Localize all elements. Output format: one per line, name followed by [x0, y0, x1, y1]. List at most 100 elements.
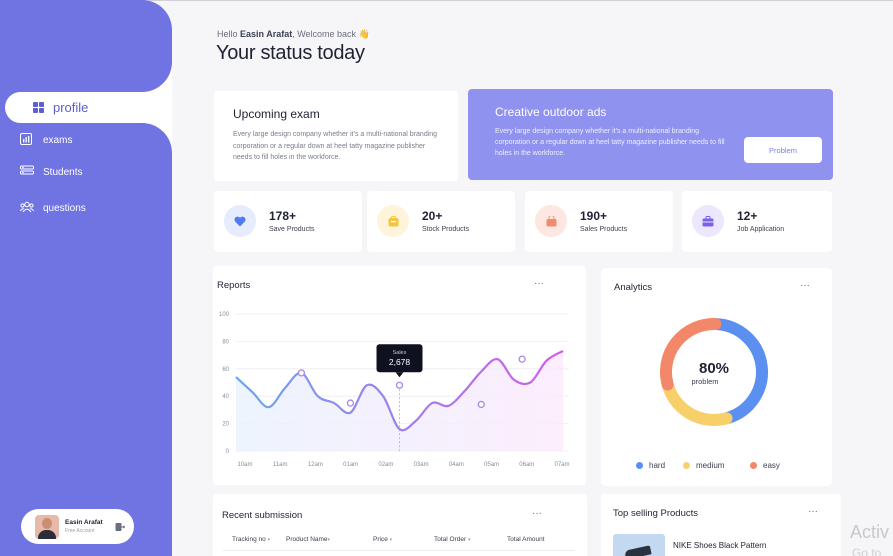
stat-card-sales-products[interactable]: 190+ Sales Products: [525, 191, 673, 252]
stat-label: Save Products: [269, 226, 315, 233]
card-text: Every large design company whether it's …: [495, 128, 725, 157]
donut-value: 80%: [699, 360, 729, 377]
legend-dot: [750, 462, 757, 469]
sidebar-item-questions[interactable]: questions: [19, 196, 86, 220]
x-tick-label: 01am: [343, 462, 358, 468]
user-name: Easin Arafat: [65, 519, 103, 526]
legend-item-medium: medium: [683, 461, 724, 470]
briefcase-icon: [692, 205, 724, 237]
students-icon: [20, 165, 34, 179]
card-title: Recent submission: [222, 510, 303, 521]
column-label: Tracking no: [232, 536, 266, 543]
stat-label: Job Application: [737, 226, 785, 233]
chart-point[interactable]: [346, 399, 355, 407]
stat-label: Stock Products: [422, 226, 470, 233]
greeting-prefix: Hello: [217, 29, 241, 39]
top-selling-card: Top selling Products ··· NIKE Shoes Blac…: [601, 494, 841, 556]
y-tick-label: 40: [222, 394, 229, 400]
tooltip-value: 2,678: [389, 357, 411, 367]
heart-icon: [224, 205, 256, 237]
greeting-suffix: , Welcome back 👋: [292, 29, 370, 39]
legend-label: easy: [763, 461, 780, 470]
column-header-product[interactable]: Product Name▾: [286, 536, 330, 543]
recent-submission-card: Recent submission ··· Tracking no ▾ Prod…: [213, 494, 587, 556]
problem-button[interactable]: Problem: [744, 137, 822, 163]
product-name[interactable]: NIKE Shoes Black Pattern: [673, 541, 766, 550]
sidebar-item-label: Students: [43, 166, 83, 178]
y-tick-label: 80: [222, 339, 229, 345]
box-icon: [377, 205, 409, 237]
chart-point[interactable]: [518, 355, 526, 363]
sidebar-item-label: exams: [43, 134, 73, 146]
y-tick-label: 60: [222, 367, 229, 373]
column-label: Total Amount: [507, 536, 545, 543]
stat-value: 178+: [269, 209, 297, 223]
user-card[interactable]: Easin Arafat Free Account: [21, 509, 134, 544]
legend-dot: [683, 462, 690, 469]
activation-watermark-sub: Go to: [852, 546, 882, 556]
donut-label: problem: [691, 377, 718, 386]
avatar: [35, 514, 59, 539]
reports-card: Reports ··· 0 20 40 60 80 100 10am 11am 12am 01a…: [213, 266, 586, 485]
more-icon[interactable]: ···: [808, 506, 818, 517]
legend-item-easy: easy: [750, 461, 780, 470]
nav-curve-bottom: [142, 123, 172, 153]
sort-icon: ▾: [389, 537, 393, 543]
stat-value: 20+: [422, 209, 443, 223]
chart-icon: [20, 133, 34, 147]
x-tick-label: 07am: [554, 462, 569, 468]
x-tick-label: 02am: [378, 462, 393, 468]
x-tick-label: 03am: [414, 462, 429, 468]
page-title: Your status today: [216, 42, 365, 64]
legend-label: hard: [649, 461, 666, 470]
column-label: Price: [373, 536, 388, 543]
chart-point[interactable]: [395, 381, 404, 389]
stat-value: 190+: [580, 209, 608, 223]
stat-card-stock-products[interactable]: 20+ Stock Products: [367, 191, 515, 252]
x-tick-label: 05am: [484, 462, 499, 468]
tooltip-label: Sales: [393, 350, 407, 356]
column-header-total-order[interactable]: Total Order ▾: [434, 536, 470, 543]
x-tick-label: 04am: [449, 462, 464, 468]
legend-dot: [636, 462, 643, 469]
y-tick-label: 20: [222, 422, 229, 428]
sidebar-item-profile[interactable]: profile: [5, 92, 172, 123]
column-header-price[interactable]: Price ▾: [373, 536, 392, 543]
sidebar-item-label: profile: [53, 100, 89, 115]
y-tick-label: 0: [226, 449, 230, 455]
card-text: Every large design company whether it's …: [233, 131, 438, 161]
x-tick-label: 06am: [519, 462, 534, 468]
stat-card-save-products[interactable]: 178+ Save Products: [214, 191, 362, 252]
product-image: [613, 534, 665, 556]
column-label: Total Order: [434, 536, 467, 543]
sidebar-item-students[interactable]: Students: [20, 160, 82, 184]
x-tick-label: 12am: [308, 462, 323, 468]
chart-point[interactable]: [297, 369, 306, 377]
creative-ads-card: Creative outdoor ads Every large design …: [468, 89, 833, 180]
x-tick-label: 11am: [273, 462, 288, 468]
column-header-tracking[interactable]: Tracking no ▾: [232, 536, 270, 543]
more-icon[interactable]: ···: [532, 508, 542, 519]
analytics-card: Analytics ··· 80% problem hard medium ea…: [601, 268, 832, 486]
sidebar-item-label: questions: [43, 202, 86, 214]
logout-icon[interactable]: [115, 519, 126, 531]
column-header-total-amount[interactable]: Total Amount: [507, 536, 545, 543]
sidebar-item-exams[interactable]: exams: [20, 128, 72, 152]
chart-tooltip: Sales 2,678: [376, 344, 423, 378]
stat-card-job-application[interactable]: 12+ Job Application: [682, 191, 832, 252]
users-icon: [19, 201, 35, 215]
stat-value: 12+: [737, 209, 758, 223]
card-title: Upcoming exam: [233, 107, 320, 121]
card-title: Top selling Products: [613, 508, 699, 519]
user-plan: Free Account: [65, 528, 95, 534]
activation-watermark: Activ: [850, 522, 890, 542]
donut-segment-medium[interactable]: [661, 379, 733, 426]
y-tick-label: 100: [219, 312, 230, 318]
sidebar: profile exams Students questions Easin A…: [0, 0, 172, 556]
sort-icon: ▾: [467, 537, 471, 543]
upcoming-exam-card: Upcoming exam Every large design company…: [214, 91, 458, 181]
sort-icon: ▾: [267, 537, 271, 543]
grid-icon: [33, 102, 44, 113]
chart-point[interactable]: [477, 400, 485, 409]
greeting-name: Easin Arafat: [240, 29, 293, 39]
